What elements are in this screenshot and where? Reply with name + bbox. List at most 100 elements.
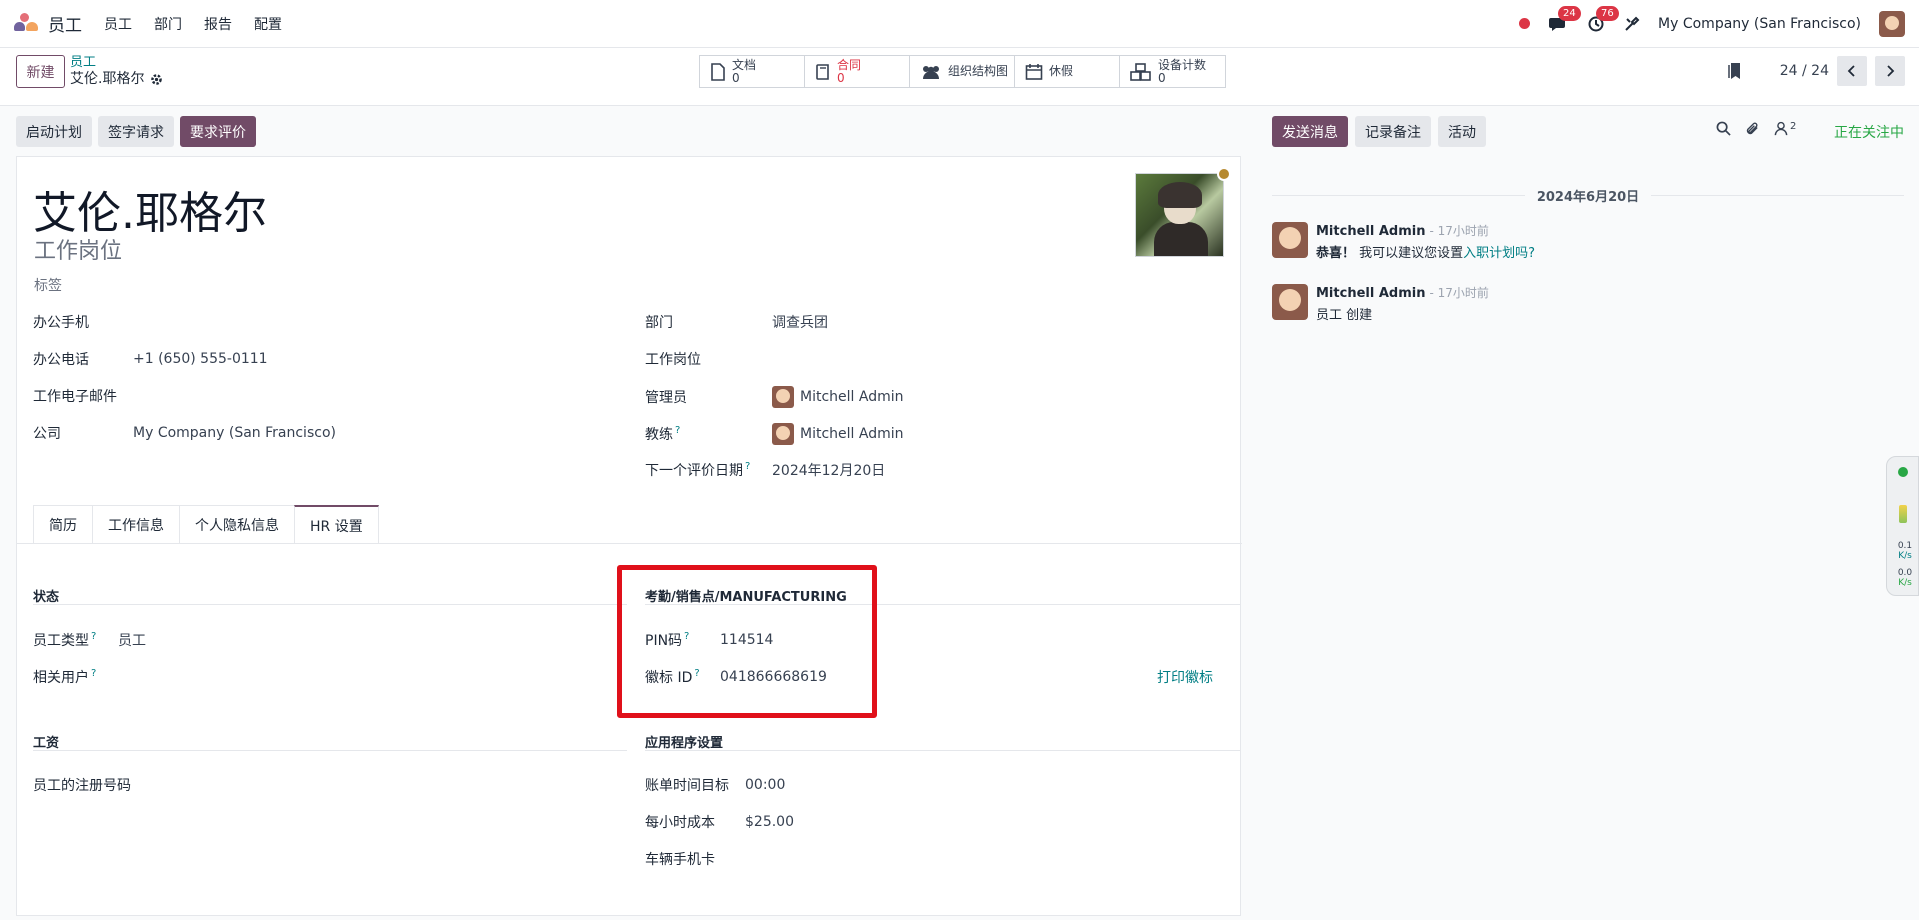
related-user-help-icon[interactable]: ? (91, 668, 96, 679)
work-email-row: 工作电子邮件 (33, 386, 117, 406)
message-author-avatar[interactable] (1272, 284, 1308, 320)
tags-field[interactable]: 标签 (34, 275, 62, 295)
registration-number-label: 员工的注册号码 (33, 778, 131, 794)
control-panel: 新建 员工 艾伦.耶格尔 文档 0 合同 0 组织结构图 休假 设备计数 0 2… (0, 48, 1919, 106)
chatter-date: 2024年6月20日 (1536, 190, 1640, 205)
message-author[interactable]: Mitchell Admin (1316, 224, 1425, 239)
print-badge-link[interactable]: 打印徽标 (1157, 667, 1213, 687)
equipment-count: 0 (1158, 70, 1166, 85)
launch-plan-button[interactable]: 启动计划 (16, 116, 92, 147)
coach-help-icon[interactable]: ? (675, 425, 680, 436)
following-button[interactable]: 正在关注中 (1834, 122, 1904, 142)
message-time: - 17小时前 (1429, 286, 1489, 300)
status-section-divider (33, 604, 627, 605)
smart-buttons: 文档 0 合同 0 组织结构图 休假 设备计数 0 (699, 55, 1226, 88)
record-dot-icon[interactable] (1519, 18, 1531, 29)
form-tabs: 简历 工作信息 个人隐私信息 HR 设置 (33, 505, 379, 544)
pager-previous-button[interactable] (1837, 56, 1867, 86)
contracts-smart-button[interactable]: 合同 0 (805, 56, 910, 87)
employee-name-field[interactable]: 艾伦.耶格尔 (33, 177, 267, 241)
new-button[interactable]: 新建 (16, 55, 65, 88)
documents-count: 0 (732, 70, 740, 85)
pager-value[interactable]: 24 / 24 (1780, 63, 1829, 79)
status-dot-icon (1898, 467, 1908, 477)
company-value[interactable]: My Company (San Francisco) (133, 425, 336, 441)
pager-next-button[interactable] (1875, 56, 1905, 86)
activity-button[interactable]: 活动 (1438, 116, 1486, 147)
time-off-label: 休假 (1049, 64, 1074, 78)
employee-type-row: 员工类型? 员工 (33, 630, 146, 650)
paperclip-icon[interactable] (1745, 121, 1760, 136)
equipment-smart-button[interactable]: 设备计数 0 (1120, 56, 1225, 87)
employee-type-value[interactable]: 员工 (118, 630, 146, 650)
annotation-highlight-box (617, 565, 877, 718)
mobile-phone-label: 办公手机 (33, 315, 89, 331)
pager: 24 / 24 (1728, 56, 1905, 86)
company-switcher[interactable]: My Company (San Francisco) (1658, 16, 1861, 32)
followers-count: 2 (1790, 121, 1797, 132)
next-appraisal-label: 下一个评价日期 (645, 463, 743, 479)
time-off-smart-button[interactable]: 休假 (1015, 56, 1120, 87)
onboarding-plan-link[interactable]: 入职计划吗? (1463, 246, 1535, 261)
download-speed-unit: K/s (1898, 578, 1912, 588)
job-title-field[interactable]: 工作岗位 (34, 233, 122, 265)
signature-request-button[interactable]: 签字请求 (98, 116, 174, 147)
hourly-cost-value[interactable]: $25.00 (745, 814, 794, 830)
chatter-message: Mitchell Admin - 17小时前 员工 创建 (1272, 284, 1489, 323)
tab-private-information[interactable]: 个人隐私信息 (179, 505, 295, 544)
app-brand[interactable]: 员工 (14, 11, 82, 36)
followers-button[interactable]: 2 (1774, 121, 1796, 136)
timesheet-target-value[interactable]: 00:00 (745, 777, 785, 793)
org-chart-smart-button[interactable]: 组织结构图 (910, 56, 1015, 87)
tab-resume[interactable]: 简历 (33, 505, 93, 544)
network-speed-widget[interactable]: 0.1 K/s 0.0 K/s (1886, 456, 1919, 596)
tab-work-information[interactable]: 工作信息 (92, 505, 180, 544)
documents-smart-button[interactable]: 文档 0 (700, 56, 805, 87)
employee-type-help-icon[interactable]: ? (91, 631, 96, 642)
file-icon (711, 62, 725, 81)
messages-badge: 24 (1558, 5, 1581, 21)
users-icon (923, 65, 939, 79)
search-icon[interactable] (1716, 121, 1731, 136)
activities-button[interactable]: 76 (1586, 5, 1619, 34)
user-icon (1774, 121, 1788, 136)
bookmark-icon[interactable] (1728, 62, 1742, 80)
tools-icon[interactable] (1624, 16, 1640, 32)
breadcrumb-current-label: 艾伦.耶格尔 (70, 71, 145, 87)
manager-value[interactable]: Mitchell Admin (800, 389, 904, 405)
send-message-button[interactable]: 发送消息 (1272, 116, 1348, 147)
menu-item-configuration[interactable]: 配置 (254, 14, 282, 34)
upload-speed-value: 0.1 (1897, 541, 1913, 551)
employees-app-icon (14, 12, 40, 35)
registration-number-row: 员工的注册号码 (33, 775, 131, 795)
department-value[interactable]: 调查兵团 (772, 312, 828, 332)
user-avatar[interactable] (1879, 10, 1905, 37)
message-author[interactable]: Mitchell Admin (1316, 286, 1425, 301)
menu-item-reporting[interactable]: 报告 (204, 14, 232, 34)
breadcrumb-parent-link[interactable]: 员工 (70, 54, 163, 71)
chatter-date-separator: 2024年6月20日 (1272, 186, 1905, 205)
work-phone-value[interactable]: +1 (650) 555-0111 (133, 351, 268, 367)
mobile-phone-row: 办公手机 (33, 312, 89, 332)
activities-badge: 76 (1596, 5, 1619, 21)
navbar-systray: 24 76 My Company (San Francisco) (1519, 5, 1905, 37)
tab-hr-settings[interactable]: HR 设置 (294, 505, 379, 544)
documents-label: 文档 (732, 57, 757, 72)
company-row: 公司 My Company (San Francisco) (33, 423, 336, 443)
log-note-button[interactable]: 记录备注 (1355, 116, 1431, 147)
app-settings-section-divider (645, 750, 1240, 751)
upload-speed-unit: K/s (1898, 551, 1912, 561)
appraisal-help-icon[interactable]: ? (745, 461, 750, 472)
menu-item-departments[interactable]: 部门 (154, 14, 182, 34)
coach-value[interactable]: Mitchell Admin (800, 426, 904, 442)
employee-photo[interactable] (1135, 173, 1224, 257)
next-appraisal-value[interactable]: 2024年12月20日 (772, 460, 885, 480)
chevron-right-icon (1887, 65, 1895, 77)
contracts-count: 0 (837, 70, 845, 85)
manager-avatar (772, 386, 794, 408)
gear-icon[interactable] (150, 73, 163, 86)
request-appraisal-button[interactable]: 要求评价 (180, 116, 256, 147)
messages-button[interactable]: 24 (1548, 5, 1581, 34)
message-author-avatar[interactable] (1272, 222, 1308, 258)
menu-item-employees[interactable]: 员工 (104, 14, 132, 34)
